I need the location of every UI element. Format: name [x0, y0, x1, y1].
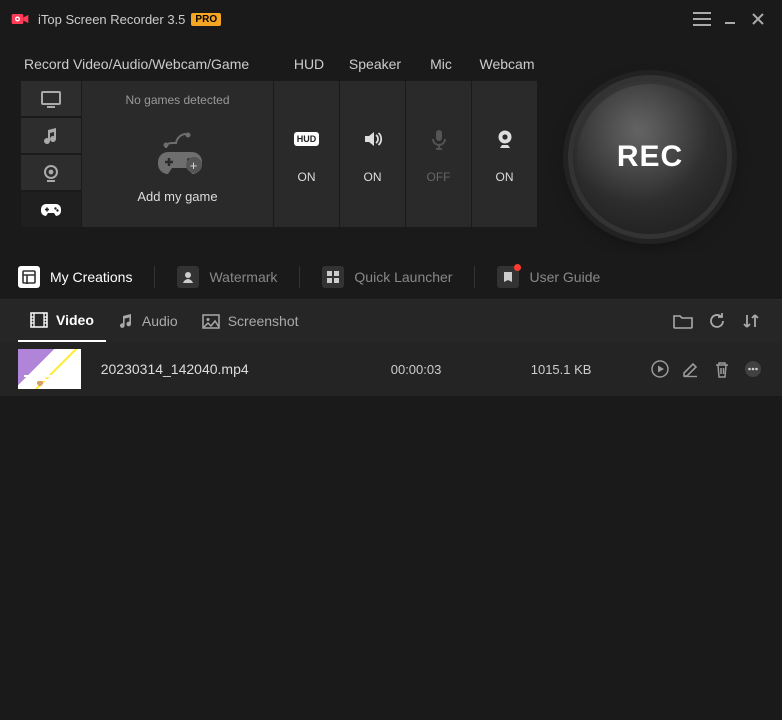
image-icon — [202, 314, 220, 329]
webcam-icon — [495, 124, 515, 154]
guide-icon — [497, 266, 519, 288]
notification-dot-icon — [514, 264, 521, 271]
mode-selector — [20, 80, 82, 234]
menu-button[interactable] — [688, 5, 716, 33]
nav-label: User Guide — [529, 269, 600, 285]
nav-bar: My Creations Watermark Quick Launcher Us… — [0, 254, 782, 300]
add-game-label: Add my game — [137, 189, 217, 204]
minimize-button[interactable] — [716, 5, 744, 33]
column-labels: Record Video/Audio/Webcam/Game HUD Speak… — [20, 56, 762, 72]
plus-icon: + — [186, 157, 202, 173]
webcam-label: Webcam — [474, 56, 540, 72]
creations-icon — [18, 266, 40, 288]
music-icon — [118, 313, 134, 329]
file-name: 20230314_142040.mp4 — [101, 361, 391, 377]
play-button[interactable] — [649, 357, 672, 381]
file-duration: 00:00:03 — [391, 362, 531, 377]
mic-icon — [430, 124, 448, 154]
record-modes-label: Record Video/Audio/Webcam/Game — [20, 56, 276, 72]
tab-audio[interactable]: Audio — [106, 300, 190, 342]
delete-button[interactable] — [710, 357, 733, 381]
tab-label: Video — [56, 312, 94, 328]
webcam-state: ON — [496, 170, 514, 184]
tab-video[interactable]: Video — [18, 300, 106, 342]
more-button[interactable] — [741, 357, 764, 381]
nav-my-creations[interactable]: My Creations — [18, 266, 132, 288]
record-label: REC — [617, 140, 683, 174]
file-size: 1015.1 KB — [531, 362, 641, 377]
tabs-bar: Video Audio Screenshot — [0, 300, 782, 342]
hud-state: ON — [298, 170, 316, 184]
nav-watermark[interactable]: Watermark — [177, 266, 277, 288]
film-icon — [30, 312, 48, 328]
nav-quick-launcher[interactable]: Quick Launcher — [322, 266, 452, 288]
sort-button[interactable] — [738, 308, 764, 334]
pro-badge: PRO — [191, 13, 221, 26]
close-button[interactable] — [744, 5, 772, 33]
file-thumbnail — [18, 349, 81, 389]
main-panel: Record Video/Audio/Webcam/Game HUD Speak… — [0, 38, 782, 234]
title-bar: iTop Screen Recorder 3.5 PRO — [0, 0, 782, 38]
nav-label: My Creations — [50, 269, 132, 285]
tab-screenshot[interactable]: Screenshot — [190, 300, 311, 342]
watermark-icon — [177, 266, 199, 288]
mode-game[interactable] — [20, 191, 82, 228]
controls-row: No games detected + Add my game HUD ON O… — [20, 80, 762, 234]
hud-icon: HUD — [294, 124, 320, 154]
hud-label: HUD — [276, 56, 342, 72]
speaker-label: Speaker — [342, 56, 408, 72]
speaker-icon — [362, 124, 384, 154]
no-games-message: No games detected — [125, 93, 229, 107]
webcam-toggle[interactable]: ON — [472, 80, 538, 228]
launcher-icon — [322, 266, 344, 288]
mic-state: OFF — [427, 170, 451, 184]
mic-toggle[interactable]: OFF — [406, 80, 472, 228]
game-panel[interactable]: No games detected + Add my game — [82, 80, 274, 228]
speaker-toggle[interactable]: ON — [340, 80, 406, 228]
tab-label: Audio — [142, 313, 178, 329]
mode-screen[interactable] — [20, 80, 82, 117]
nav-label: Watermark — [209, 269, 277, 285]
tab-label: Screenshot — [228, 313, 299, 329]
app-logo-icon — [10, 9, 30, 29]
hud-toggle[interactable]: HUD ON — [274, 80, 340, 228]
mode-webcam[interactable] — [20, 154, 82, 191]
edit-button[interactable] — [680, 357, 703, 381]
open-folder-button[interactable] — [670, 308, 696, 334]
app-title: iTop Screen Recorder 3.5 — [38, 12, 185, 27]
game-controller-icon: + — [152, 127, 204, 179]
file-row[interactable]: 20230314_142040.mp4 00:00:03 1015.1 KB — [0, 342, 782, 396]
record-area: REC — [538, 80, 762, 234]
refresh-button[interactable] — [704, 308, 730, 334]
record-button[interactable]: REC — [573, 80, 727, 234]
mode-audio[interactable] — [20, 117, 82, 154]
speaker-state: ON — [364, 170, 382, 184]
mic-label: Mic — [408, 56, 474, 72]
nav-user-guide[interactable]: User Guide — [497, 266, 600, 288]
file-list: 20230314_142040.mp4 00:00:03 1015.1 KB — [0, 342, 782, 396]
nav-label: Quick Launcher — [354, 269, 452, 285]
